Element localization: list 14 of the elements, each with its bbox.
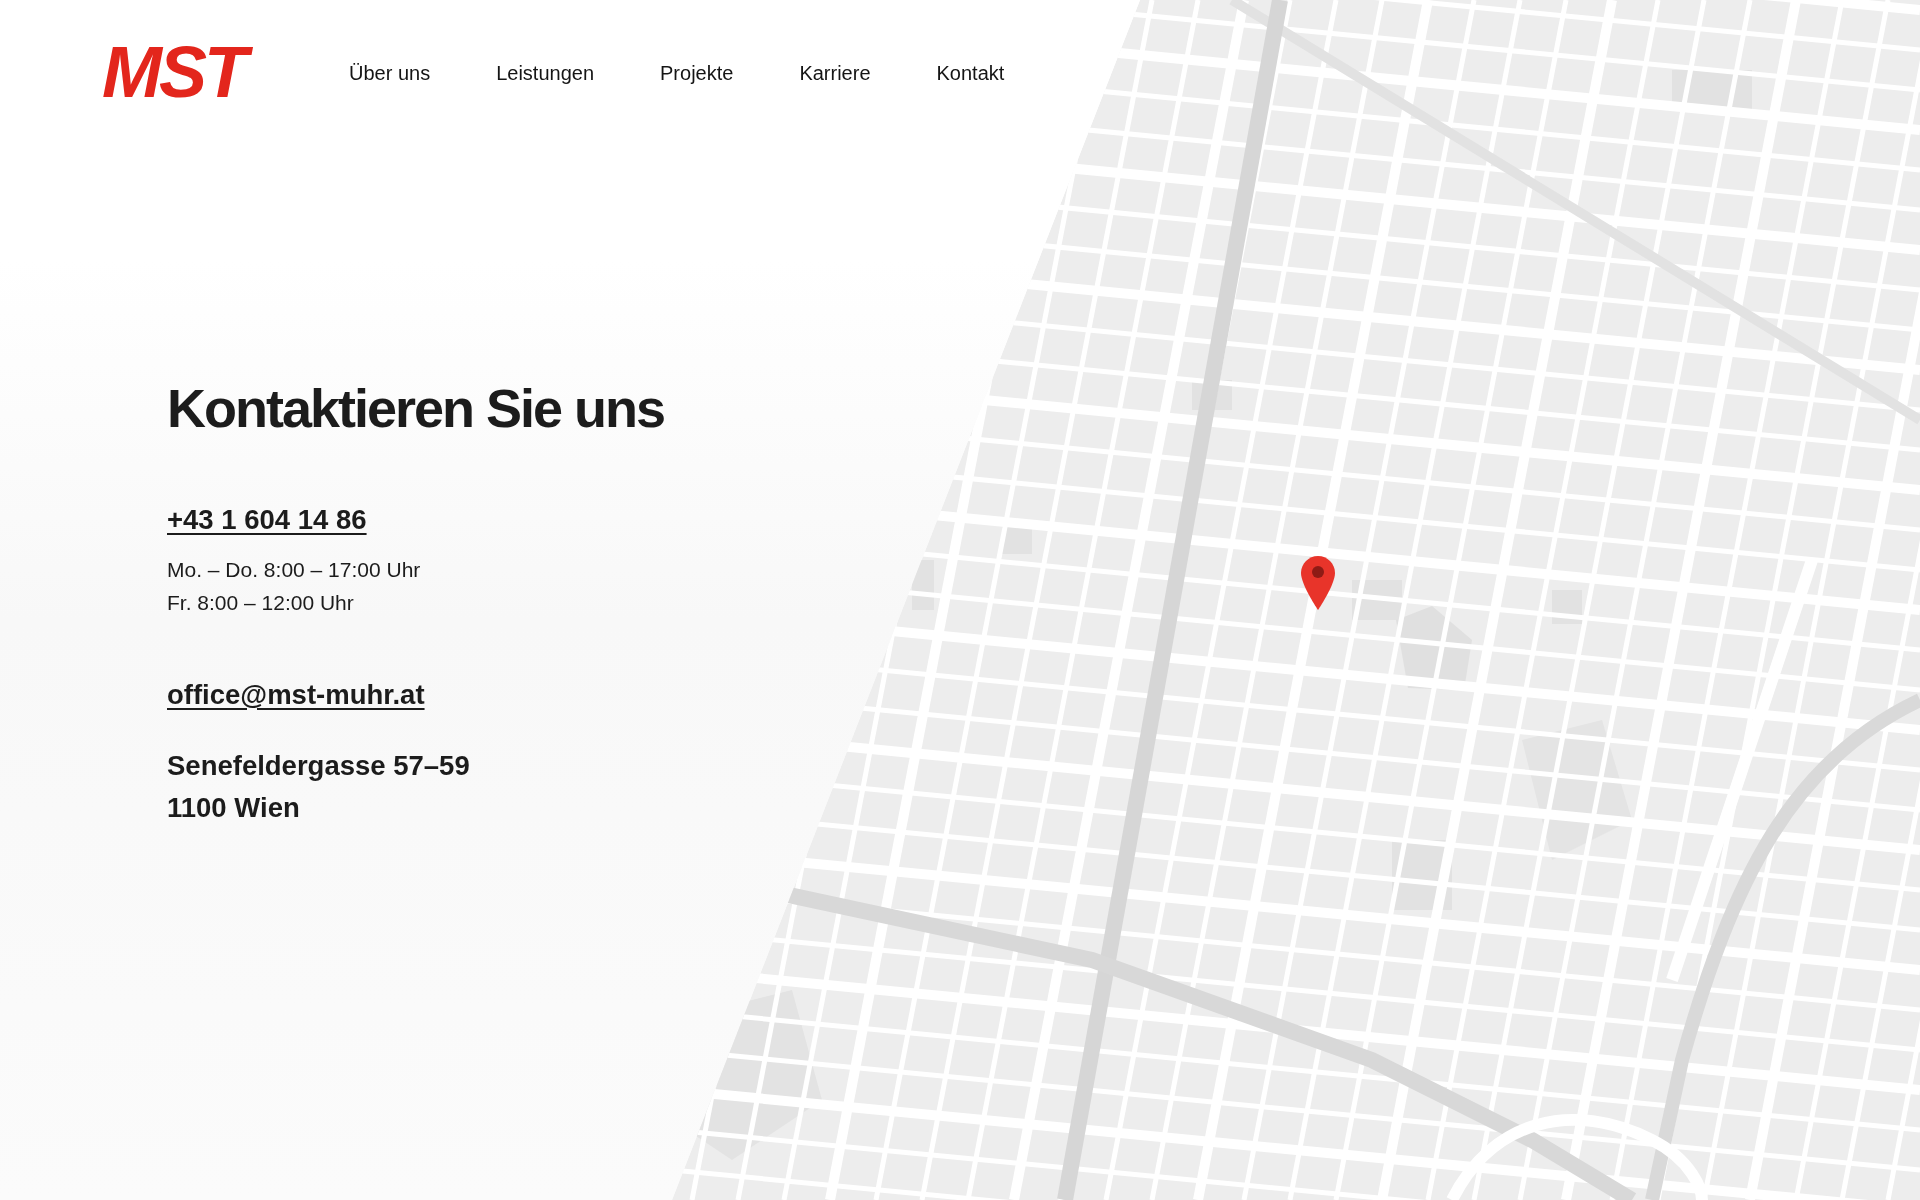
email-link[interactable]: office@mst-muhr.at [167,678,425,710]
nav-link[interactable]: Über uns [349,60,431,85]
opening-hours: Mo. – Do. 8:00 – 17:00 Uhr [167,556,421,583]
address-line: Senefeldergasse 57–59 [167,748,470,783]
opening-hours: Fr. 8:00 – 12:00 Uhr [167,589,354,616]
contact-heading: Kontaktieren Sie uns [167,379,665,439]
logo[interactable]: MST [98,36,257,110]
nav-link[interactable]: Projekte [660,60,734,85]
nav-link[interactable]: Kontakt [936,60,1005,85]
phone-link[interactable]: +43 1 604 14 86 [167,503,367,535]
map-pin-icon [1301,556,1335,610]
nav-link[interactable]: Leistungen [496,60,594,85]
nav-link[interactable]: Karriere [799,60,871,85]
address-line: 1100 Wien [167,790,300,825]
